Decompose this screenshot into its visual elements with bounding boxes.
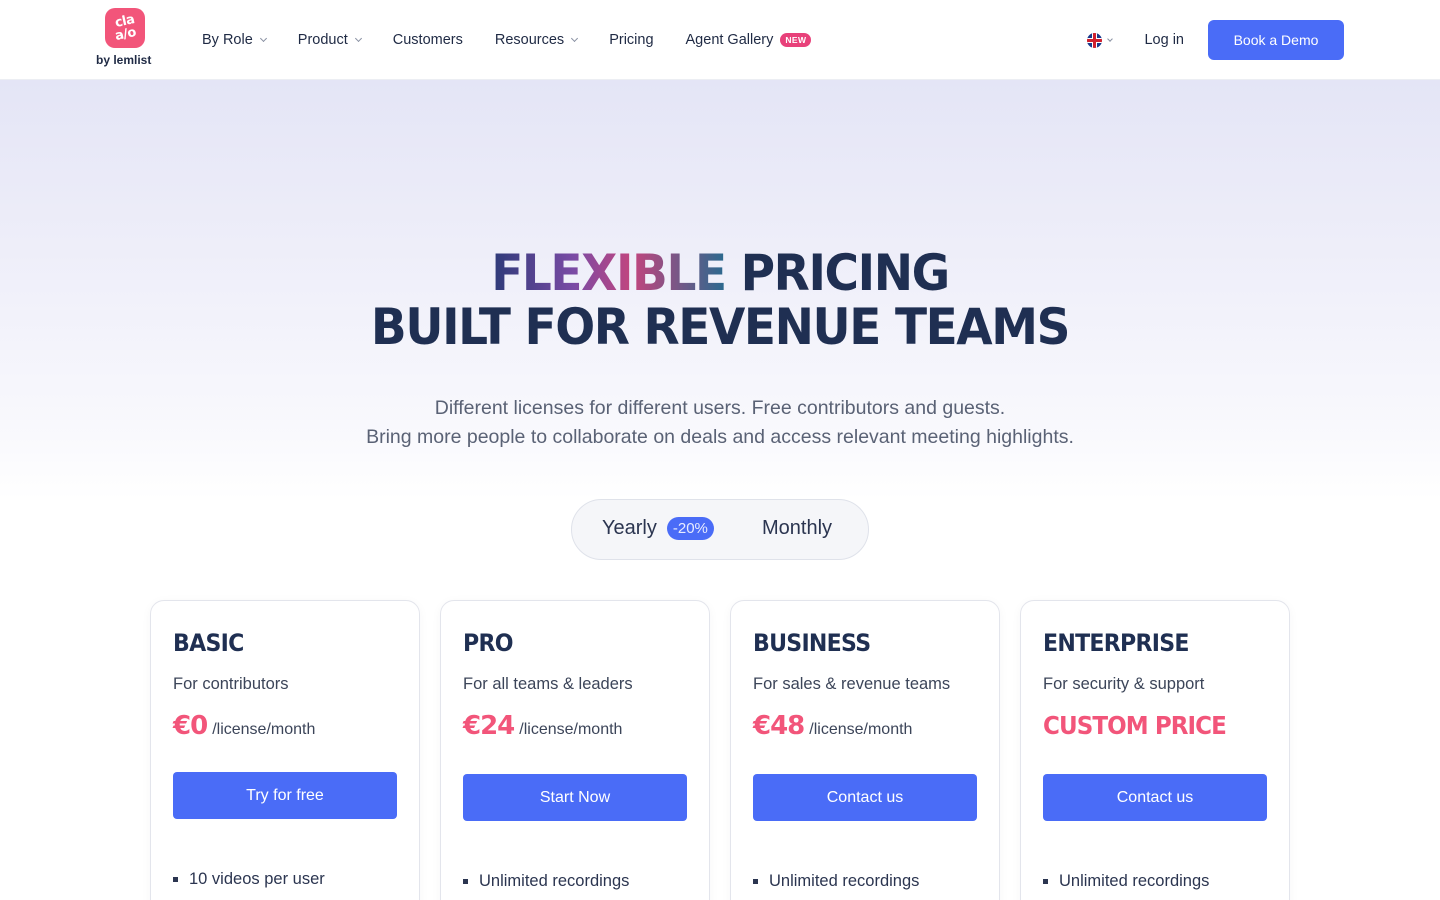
nav-item-label: Product xyxy=(297,32,348,48)
top-navigation: cla a/o by lemlist By Role Product Custo… xyxy=(0,0,1440,80)
plan-description: For all teams & leaders xyxy=(463,675,633,693)
title-line-2: BUILT FOR REVENUE TEAMS xyxy=(370,298,1071,356)
toggle-monthly[interactable]: Monthly xyxy=(762,517,832,540)
title-highlight: FLEXIBLE xyxy=(491,244,727,302)
plan-card-enterprise: ENTERPRISE For security & support CUSTOM… xyxy=(1020,600,1290,900)
nav-item-label: Customers xyxy=(392,32,463,48)
nav-item-label: Agent Gallery xyxy=(685,32,774,48)
plan-name: BASIC xyxy=(173,629,244,657)
nav-item-product[interactable]: Product xyxy=(297,32,362,48)
claap-logo[interactable]: cla a/o by lemlist xyxy=(96,8,156,68)
plan-name: BUSINESS xyxy=(753,629,871,657)
chevron-down-icon xyxy=(571,34,579,43)
book-demo-button[interactable]: Book a Demo xyxy=(1208,20,1344,60)
nav-item-customers[interactable]: Customers xyxy=(393,32,463,48)
hero-subtitle: Different licenses for different users. … xyxy=(0,394,1440,452)
chevron-down-icon xyxy=(354,34,362,43)
plan-price: €0 /license/month xyxy=(173,711,315,741)
nav-item-label: By Role xyxy=(202,32,253,48)
nav-actions: Log in Book a Demo xyxy=(1087,0,1344,80)
plan-feature: Unlimited recordings xyxy=(1043,872,1209,891)
uk-flag-icon xyxy=(1087,32,1103,48)
plan-card-business: BUSINESS For sales & revenue teams €48 /… xyxy=(730,600,1000,900)
chevron-down-icon xyxy=(259,34,267,43)
feature-label: Unlimited recordings xyxy=(1059,872,1210,890)
contact-us-button[interactable]: Contact us xyxy=(1043,774,1267,821)
start-now-button[interactable]: Start Now xyxy=(463,774,687,821)
bullet-icon xyxy=(173,877,178,882)
nav-item-label: Pricing xyxy=(609,32,654,48)
bullet-icon xyxy=(1043,879,1048,884)
plan-feature: Unlimited recordings xyxy=(753,872,919,891)
plan-description: For sales & revenue teams xyxy=(753,675,951,693)
plan-card-pro: PRO For all teams & leaders €24 /license… xyxy=(440,600,710,900)
bullet-icon xyxy=(463,879,468,884)
contact-us-button[interactable]: Contact us xyxy=(753,774,977,821)
plan-price: €48 /license/month xyxy=(753,711,912,741)
plan-name: PRO xyxy=(463,629,513,657)
feature-label: Unlimited recordings xyxy=(479,872,630,890)
chevron-down-icon xyxy=(1107,36,1114,42)
nav-item-agent-gallery[interactable]: Agent Gallery NEW xyxy=(686,32,812,48)
logo-mark-line-2: a/o xyxy=(113,24,137,45)
feature-label: Unlimited recordings xyxy=(769,872,920,890)
plan-feature: 10 videos per user xyxy=(173,870,325,889)
new-badge: NEW xyxy=(780,33,812,47)
nav-item-label: Resources xyxy=(494,32,565,48)
bullet-icon xyxy=(753,879,758,884)
plan-description: For security & support xyxy=(1043,675,1205,693)
page-title: FLEXIBLE PRICING BUILT FOR REVENUE TEAMS xyxy=(43,246,1397,354)
price-unit: /license/month xyxy=(519,721,623,738)
main-menu: By Role Product Customers Resources Pric… xyxy=(202,0,843,80)
price-unit: /license/month xyxy=(809,721,913,738)
nav-item-resources[interactable]: Resources xyxy=(494,32,579,48)
nav-item-by-role[interactable]: By Role xyxy=(202,32,267,48)
toggle-yearly[interactable]: Yearly -20% xyxy=(602,517,714,540)
plan-description: For contributors xyxy=(173,675,289,693)
discount-badge: -20% xyxy=(666,517,714,540)
language-selector[interactable] xyxy=(1087,32,1114,48)
price-value: €24 xyxy=(463,711,515,741)
price-value: €0 xyxy=(173,711,208,741)
login-link[interactable]: Log in xyxy=(1144,32,1184,48)
title-part-1: PRICING xyxy=(725,244,951,302)
subtitle-line-1: Different licenses for different users. … xyxy=(434,397,1006,419)
monthly-label: Monthly xyxy=(762,517,833,539)
plan-feature: Unlimited recordings xyxy=(463,872,629,891)
price-value: €48 xyxy=(753,711,805,741)
billing-period-toggle: Yearly -20% Monthly xyxy=(571,499,869,560)
logo-subtitle: by lemlist xyxy=(96,53,152,67)
custom-price: CUSTOM PRICE xyxy=(1043,711,1227,740)
plan-price: CUSTOM PRICE xyxy=(1043,711,1242,740)
plan-price: €24 /license/month xyxy=(463,711,622,741)
plan-card-basic: BASIC For contributors €0 /license/month… xyxy=(150,600,420,900)
yearly-label: Yearly xyxy=(602,517,657,539)
logo-mark-icon: cla a/o xyxy=(105,8,145,48)
try-for-free-button[interactable]: Try for free xyxy=(173,772,397,819)
feature-label: 10 videos per user xyxy=(189,870,325,888)
price-unit: /license/month xyxy=(212,721,316,738)
subtitle-line-2: Bring more people to collaborate on deal… xyxy=(366,426,1074,448)
plan-name: ENTERPRISE xyxy=(1043,629,1189,657)
nav-item-pricing[interactable]: Pricing xyxy=(609,32,653,48)
